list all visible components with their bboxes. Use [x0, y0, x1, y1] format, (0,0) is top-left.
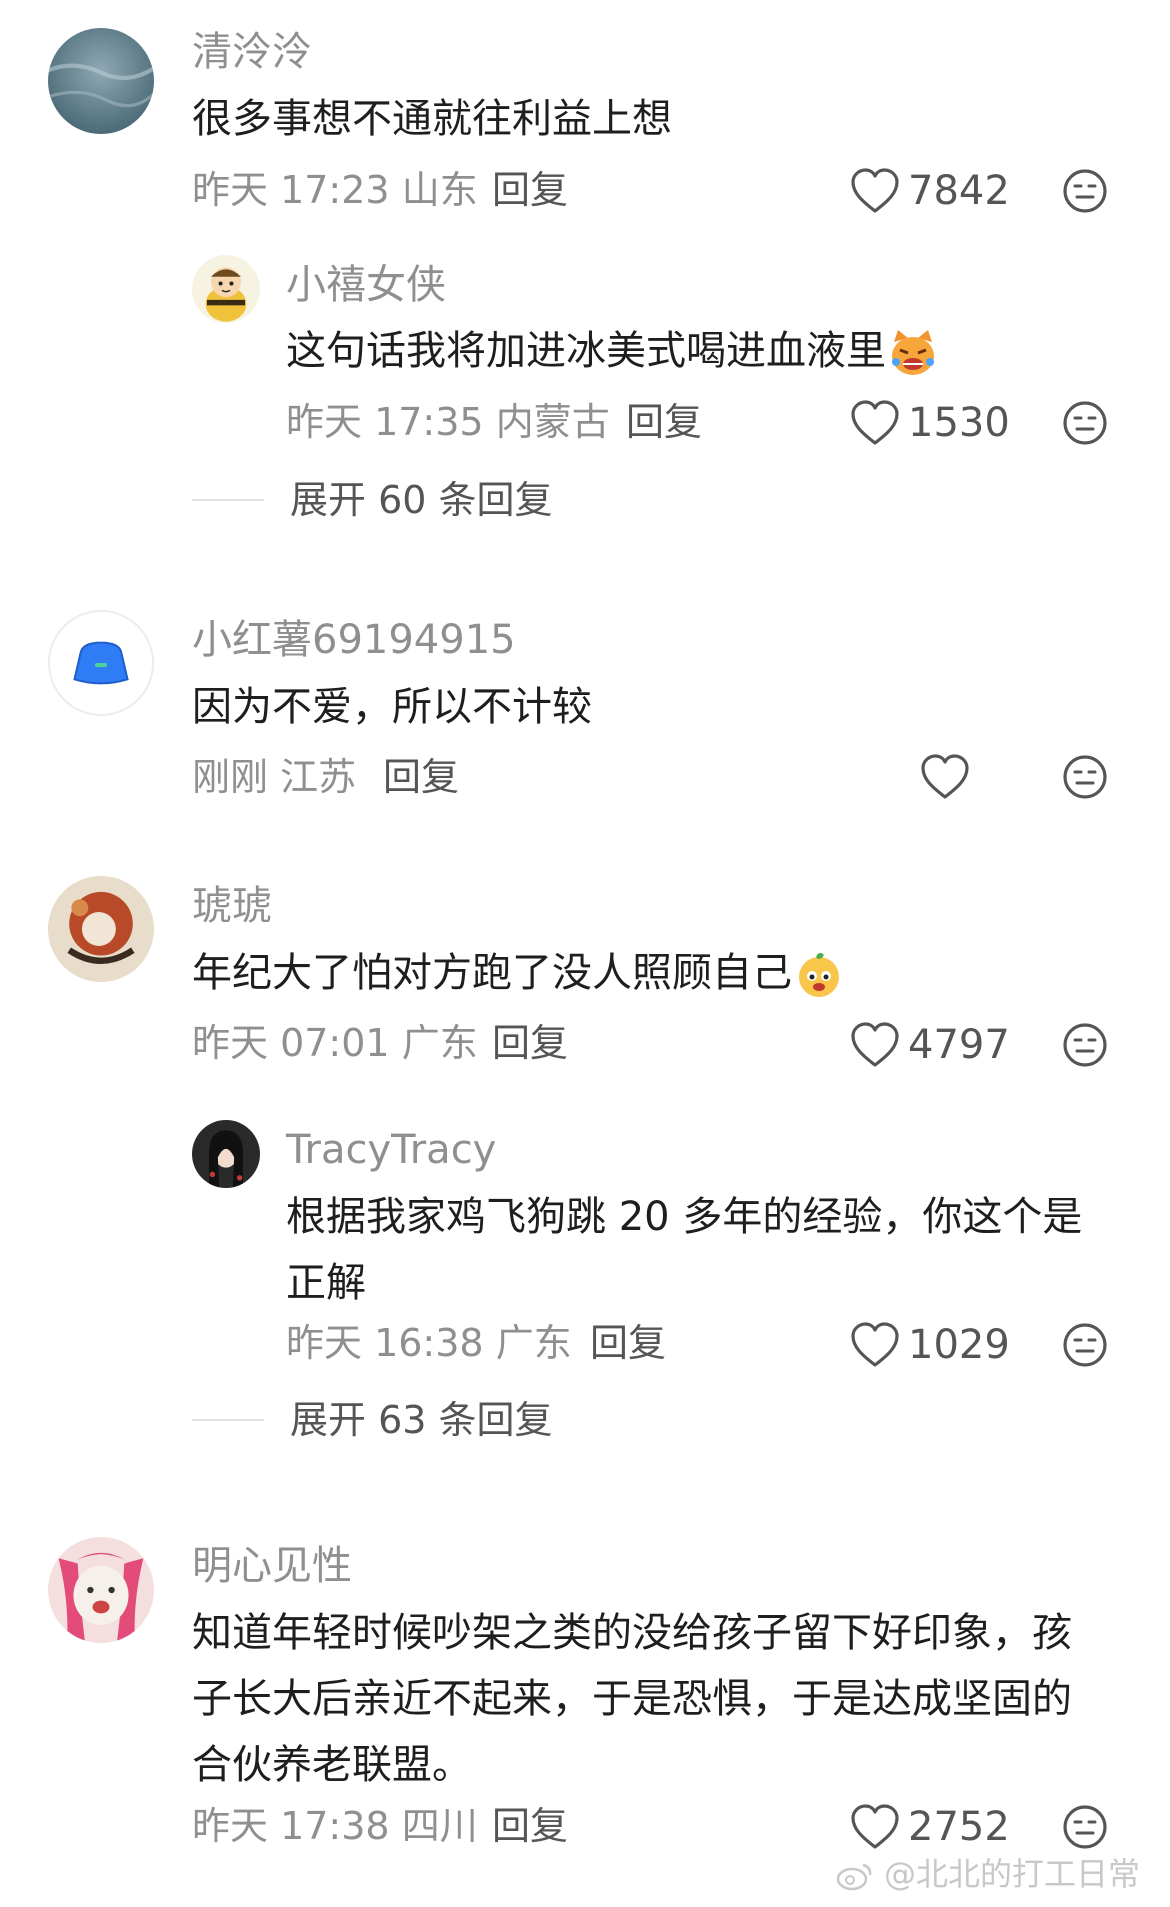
avatar-image-cartoon-bee — [192, 255, 260, 323]
like-count: 4797 — [908, 1022, 1010, 1068]
reply-text-content: 这句话我将加进冰美式喝进血液里 — [286, 328, 886, 374]
comment-meta: 刚刚 江苏 — [192, 758, 356, 796]
username[interactable]: 琥琥 — [192, 886, 272, 926]
expand-replies-label: 展开 60 条回复 — [290, 478, 553, 522]
reply-text-line-2: 正解 — [286, 1260, 366, 1306]
comment-time: 昨天 17:23 — [192, 168, 390, 212]
comment-text: 很多事想不通就往利益上想 — [192, 96, 672, 142]
like-button[interactable]: 7842 — [850, 168, 1010, 214]
expand-divider — [192, 1419, 264, 1421]
reply-text: 这句话我将加进冰美式喝进血液里 — [286, 318, 938, 384]
comment-location: 广东 — [401, 1021, 478, 1065]
username[interactable]: 清泠泠 — [192, 32, 312, 72]
neutral-face-icon[interactable] — [1062, 754, 1108, 800]
comment-text-line-2: 子长大后亲近不起来，于是恐惧，于是达成坚固的 — [192, 1676, 1072, 1722]
comment-location: 四川 — [401, 1804, 478, 1848]
reply-text-line-1: 根据我家鸡飞狗跳 20 多年的经验，你这个是 — [286, 1194, 1083, 1240]
reply-time: 昨天 16:38 — [286, 1321, 484, 1365]
reply-meta: 昨天 16:38 广东 — [286, 1324, 572, 1362]
watermark: @北北的打工日常 — [836, 1849, 1140, 1895]
comment-text: 年纪大了怕对方跑了没人照顾自己 — [192, 940, 844, 1006]
avatar[interactable] — [48, 28, 154, 134]
comment-meta: 昨天 07:01 广东 — [192, 1024, 478, 1062]
like-count: 1530 — [908, 400, 1010, 446]
comment-text: 因为不爱，所以不计较 — [192, 684, 592, 730]
like-count: 2752 — [908, 1804, 1010, 1850]
smiling-face-emoji-icon — [799, 952, 839, 997]
like-button[interactable]: 4797 — [850, 1022, 1010, 1068]
like-button[interactable] — [920, 754, 970, 800]
like-button[interactable]: 2752 — [850, 1804, 1010, 1850]
comment-time: 昨天 07:01 — [192, 1021, 390, 1065]
avatar[interactable] — [48, 876, 154, 982]
avatar-image-illustration — [48, 876, 154, 982]
comment-time: 昨天 17:38 — [192, 1804, 390, 1848]
neutral-face-icon[interactable] — [1062, 1804, 1108, 1850]
heart-outline-icon — [850, 1022, 900, 1068]
neutral-face-icon[interactable] — [1062, 168, 1108, 214]
neutral-face-icon[interactable] — [1062, 400, 1108, 446]
avatar-image-portrait — [192, 1120, 260, 1188]
heart-outline-icon — [850, 168, 900, 214]
comment-time: 刚刚 — [192, 755, 269, 799]
reply-button[interactable]: 回复 — [590, 1324, 666, 1362]
comment-location: 江苏 — [280, 755, 357, 799]
like-button[interactable]: 1530 — [850, 400, 1010, 446]
comment-meta: 昨天 17:38 四川 — [192, 1807, 478, 1845]
avatar[interactable] — [192, 255, 260, 323]
like-button[interactable]: 1029 — [850, 1322, 1010, 1368]
heart-outline-icon — [850, 400, 900, 446]
reply-location: 内蒙古 — [495, 400, 610, 444]
reply-button[interactable]: 回复 — [492, 171, 568, 209]
avatar-image-blue-hat — [50, 612, 152, 714]
like-count: 1029 — [908, 1322, 1010, 1368]
watermark-text: @北北的打工日常 — [883, 1855, 1140, 1893]
reply-meta: 昨天 17:35 内蒙古 — [286, 403, 610, 441]
expand-replies-button[interactable]: 展开 60 条回复 — [192, 481, 553, 519]
comment-meta: 昨天 17:23 山东 — [192, 171, 478, 209]
neutral-face-icon[interactable] — [1062, 1022, 1108, 1068]
avatar[interactable] — [48, 610, 154, 716]
reply-button[interactable]: 回复 — [383, 758, 459, 796]
like-count: 7842 — [908, 168, 1010, 214]
expand-divider — [192, 499, 264, 501]
weibo-logo-icon — [836, 1863, 872, 1891]
username[interactable]: TracyTracy — [286, 1130, 496, 1170]
expand-replies-button[interactable]: 展开 63 条回复 — [192, 1401, 553, 1439]
reply-button[interactable]: 回复 — [492, 1024, 568, 1062]
comment-location: 山东 — [401, 168, 478, 212]
reply-location: 广东 — [495, 1321, 572, 1365]
username[interactable]: 小禧女侠 — [286, 265, 446, 305]
comment-text-line-3: 合伙养老联盟。 — [192, 1742, 472, 1788]
avatar[interactable] — [48, 1537, 154, 1643]
username[interactable]: 小红薯69194915 — [192, 620, 516, 660]
heart-outline-icon — [850, 1804, 900, 1850]
avatar[interactable] — [192, 1120, 260, 1188]
reply-button[interactable]: 回复 — [492, 1807, 568, 1845]
expand-replies-label: 展开 63 条回复 — [290, 1398, 553, 1442]
neutral-face-icon[interactable] — [1062, 1322, 1108, 1368]
username[interactable]: 明心见性 — [192, 1546, 352, 1586]
heart-outline-icon — [920, 754, 970, 800]
reply-button[interactable]: 回复 — [626, 403, 702, 441]
avatar-image-water — [48, 28, 154, 134]
reply-time: 昨天 17:35 — [286, 400, 484, 444]
heart-outline-icon — [850, 1322, 900, 1368]
comment-text-line-1: 知道年轻时候吵架之类的没给孩子留下好印象，孩 — [192, 1610, 1072, 1656]
avatar-image-cat — [48, 1537, 154, 1643]
comment-text-content: 年纪大了怕对方跑了没人照顾自己 — [192, 950, 792, 996]
angry-cat-emoji-icon — [892, 330, 934, 375]
